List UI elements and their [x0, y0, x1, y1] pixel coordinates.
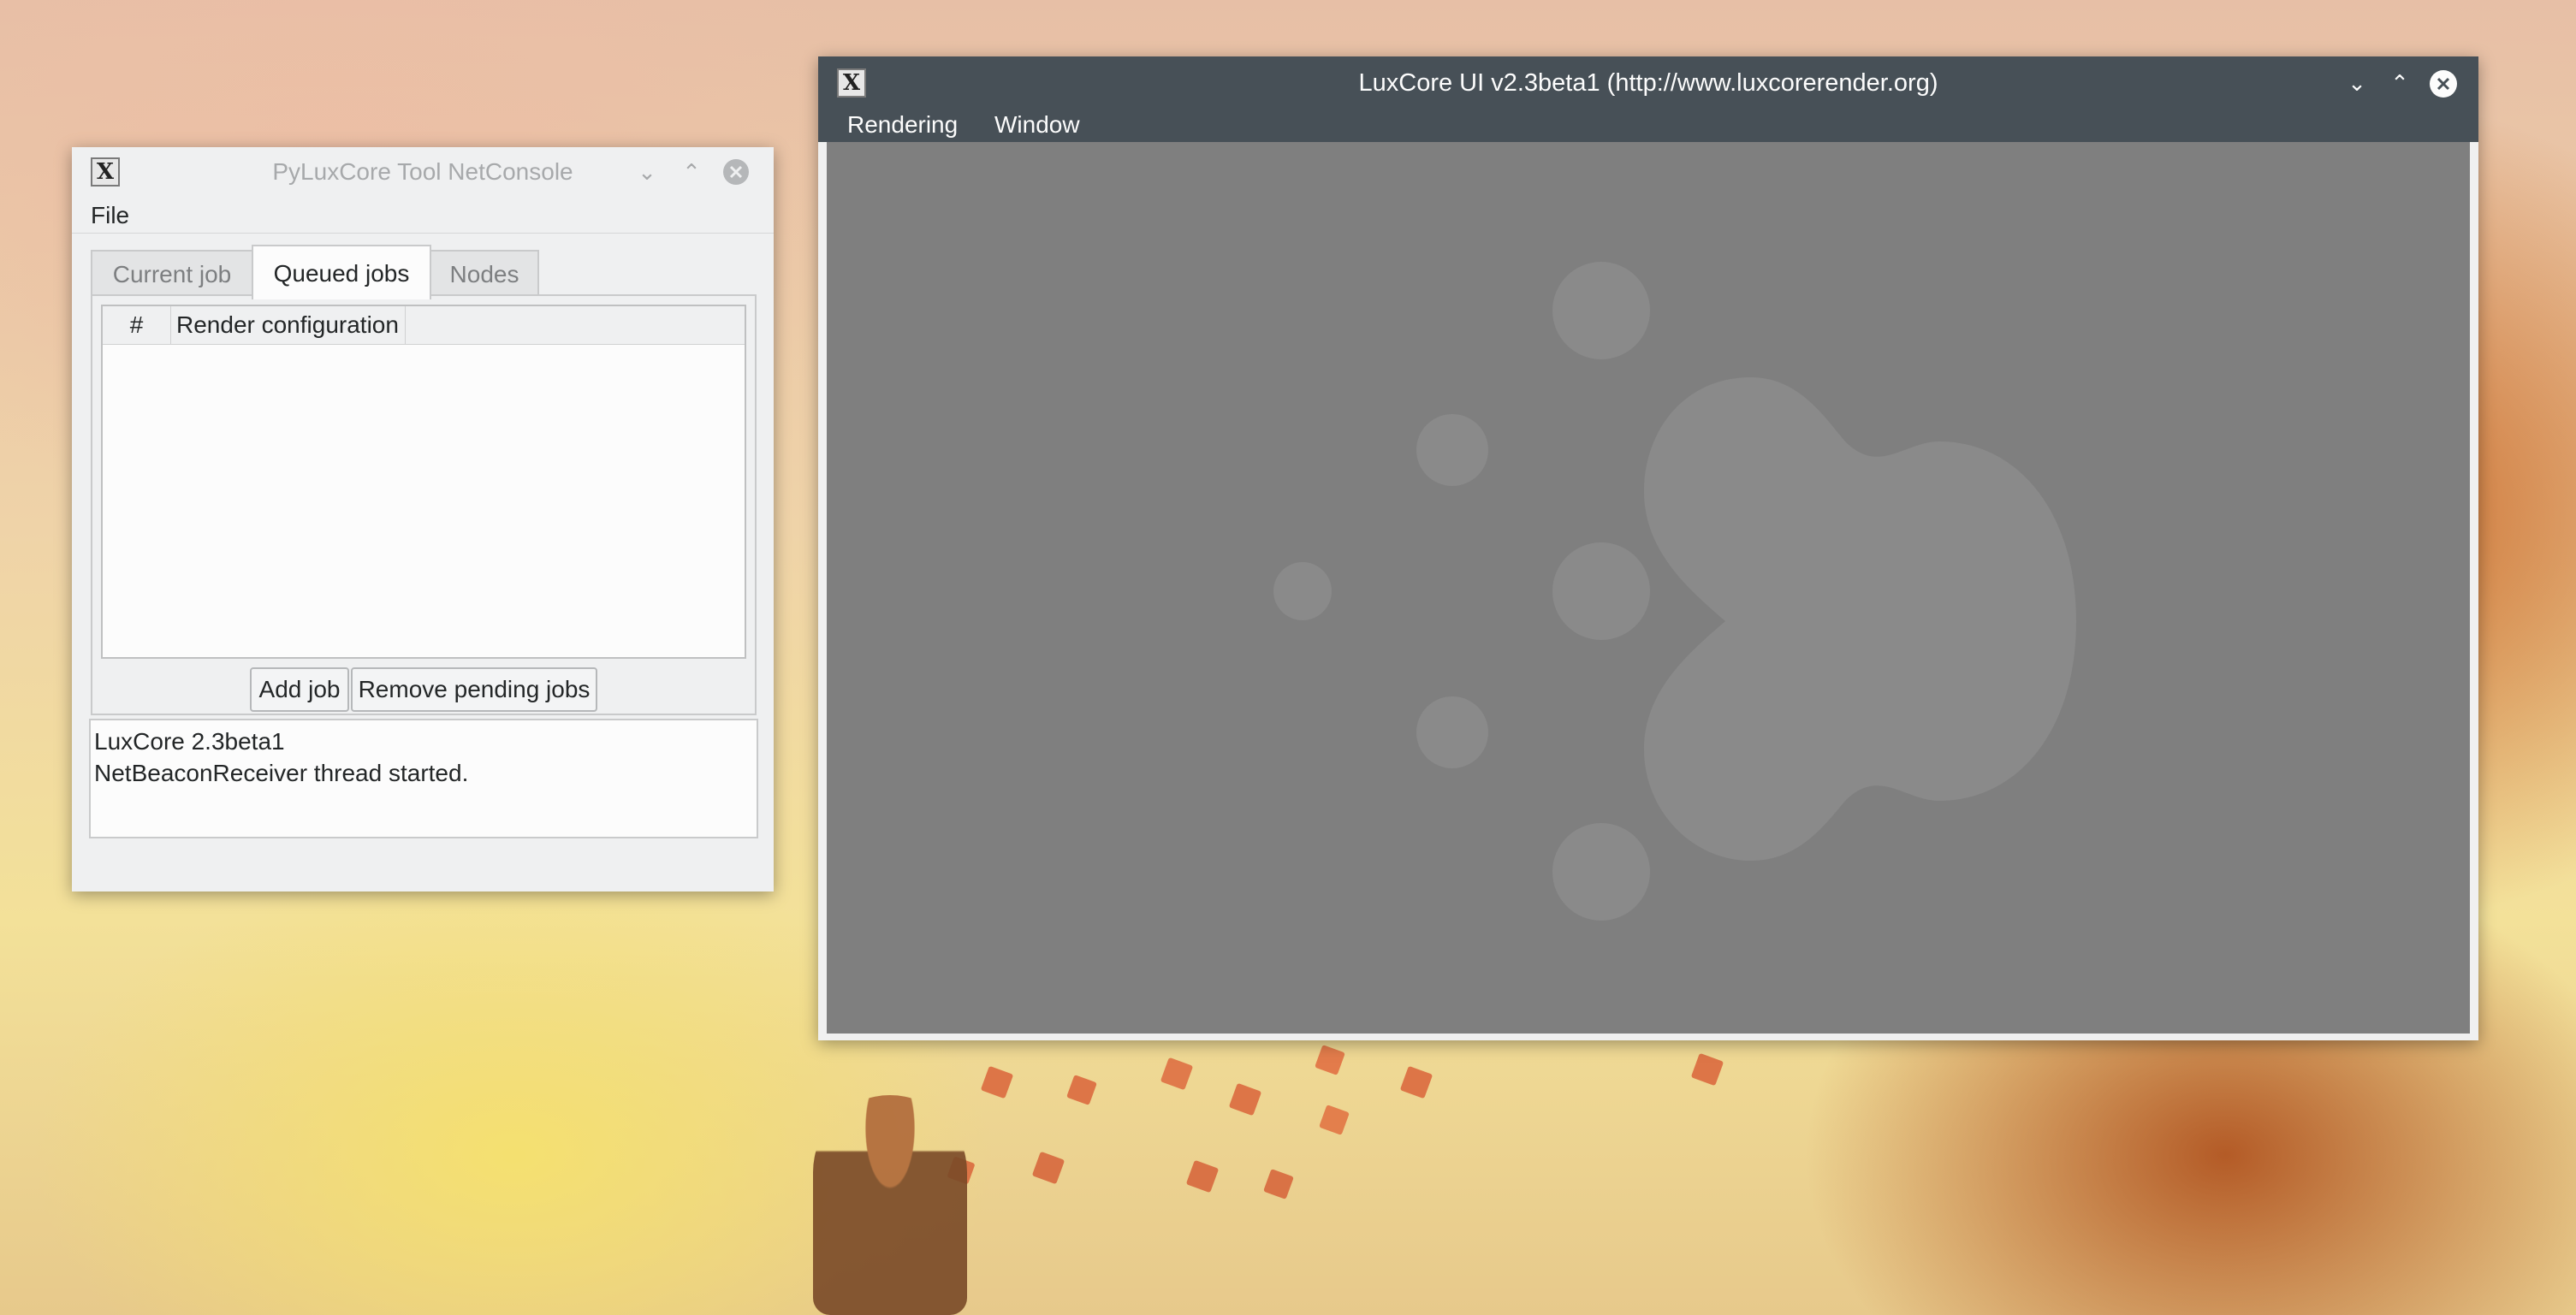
queued-jobs-box: # Render configuration	[91, 294, 757, 715]
tab-current-job[interactable]: Current job	[91, 250, 253, 298]
logo-dot	[1273, 562, 1332, 620]
menu-bar: File	[72, 198, 774, 234]
minimize-button[interactable]: ⌄	[633, 158, 661, 186]
log-line: NetBeaconReceiver thread started.	[94, 760, 469, 786]
logo-dot	[1416, 696, 1488, 768]
menu-bar: Rendering Window	[818, 110, 2478, 142]
close-circle-icon	[2430, 70, 2457, 98]
wallpaper-paper	[1319, 1105, 1350, 1135]
minimize-button[interactable]: ⌄	[2343, 69, 2371, 97]
log-output[interactable]: LuxCore 2.3beta1 NetBeaconReceiver threa…	[89, 719, 758, 838]
logo-dot	[1552, 542, 1650, 640]
wallpaper-figure	[813, 1095, 967, 1315]
close-button[interactable]	[722, 158, 750, 186]
add-job-button[interactable]: Add job	[250, 667, 349, 712]
netconsole-titlebar[interactable]: X PyLuxCore Tool NetConsole ⌄ ⌃	[72, 147, 774, 197]
wallpaper-paper	[1185, 1159, 1220, 1194]
wallpaper-paper	[1066, 1075, 1097, 1105]
wallpaper-paper	[1228, 1082, 1262, 1117]
chevron-down-icon: ⌄	[2347, 70, 2366, 96]
window-title: LuxCore UI v2.3beta1 (http://www.luxcore…	[1358, 68, 1938, 97]
window-title: PyLuxCore Tool NetConsole	[272, 158, 573, 185]
netconsole-window: X PyLuxCore Tool NetConsole ⌄ ⌃ File Cur…	[72, 147, 774, 891]
maximize-button[interactable]: ⌃	[2386, 69, 2413, 97]
tab-nodes[interactable]: Nodes	[430, 250, 539, 298]
wallpaper-paper	[1399, 1065, 1433, 1099]
close-circle-icon	[723, 159, 749, 185]
jobs-table[interactable]: # Render configuration	[101, 305, 746, 659]
log-line: LuxCore 2.3beta1	[94, 728, 285, 755]
chevron-up-icon: ⌃	[2390, 70, 2409, 96]
menu-file[interactable]: File	[91, 202, 129, 229]
column-header-render-configuration[interactable]: Render configuration	[175, 306, 406, 344]
logo-dot	[1552, 823, 1650, 921]
menu-window[interactable]: Window	[994, 111, 1080, 139]
wallpaper-paper	[1690, 1052, 1724, 1087]
chevron-down-icon: ⌄	[638, 159, 656, 185]
chevron-up-icon: ⌃	[682, 159, 701, 185]
wallpaper-paper	[1031, 1151, 1065, 1185]
remove-pending-jobs-button[interactable]: Remove pending jobs	[351, 667, 597, 712]
table-header: # Render configuration	[103, 306, 745, 345]
wallpaper-paper	[980, 1065, 1014, 1099]
logo-dot	[1416, 414, 1488, 486]
column-header-number[interactable]: #	[103, 306, 171, 344]
wallpaper-paper	[1160, 1057, 1194, 1091]
render-view[interactable]	[827, 142, 2470, 1034]
luxcore-logo-icon	[1273, 262, 2076, 921]
close-button[interactable]	[2429, 69, 2457, 98]
wallpaper-paper	[1315, 1045, 1345, 1075]
tab-queued-jobs[interactable]: Queued jobs	[252, 245, 431, 299]
logo-dot	[1552, 262, 1650, 359]
maximize-button[interactable]: ⌃	[678, 158, 705, 186]
luxcore-titlebar[interactable]: X LuxCore UI v2.3beta1 (http://www.luxco…	[818, 56, 2478, 110]
wallpaper-paper	[1263, 1169, 1294, 1199]
luxcore-ui-window: X LuxCore UI v2.3beta1 (http://www.luxco…	[818, 56, 2478, 1040]
menu-rendering[interactable]: Rendering	[847, 111, 958, 139]
logo-swirl	[1644, 377, 2076, 861]
